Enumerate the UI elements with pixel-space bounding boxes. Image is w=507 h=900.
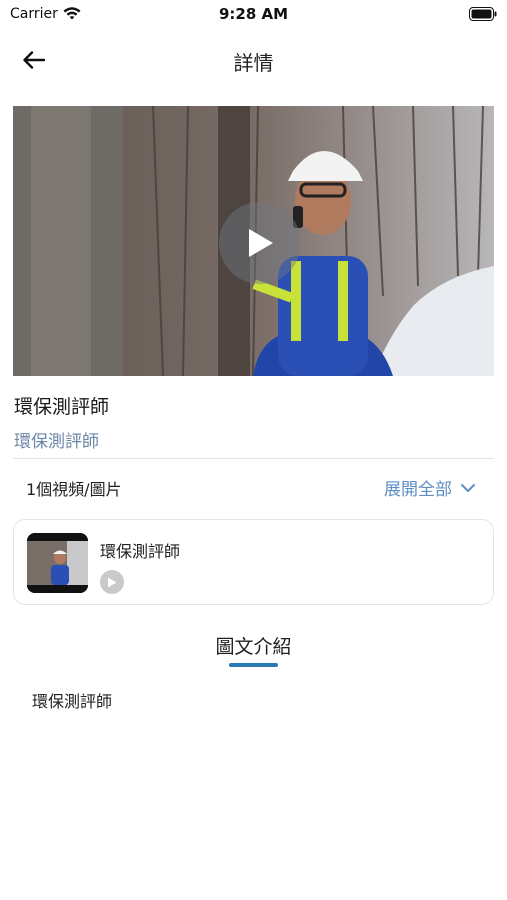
play-button[interactable] — [219, 202, 301, 284]
media-card-play-button[interactable] — [100, 570, 124, 594]
detail-title: 環保測評師 — [14, 396, 110, 418]
intro-content: 環保測評師 — [32, 692, 113, 711]
status-bar: Carrier 9:28 AM — [0, 0, 507, 30]
chevron-down-icon — [461, 483, 475, 492]
divider — [13, 458, 494, 459]
expand-all-button[interactable]: 展開全部 — [384, 475, 476, 500]
page-title: 詳情 — [233, 51, 274, 75]
status-time: 9:28 AM — [218, 5, 289, 23]
tab-intro[interactable]: 圖文介紹 — [0, 632, 507, 659]
media-count-row: 1個視頻/圖片 展開全部 — [13, 470, 494, 504]
expand-all-label: 展開全部 — [384, 480, 452, 500]
play-icon — [249, 229, 273, 257]
tab-active-indicator — [229, 663, 278, 667]
detail-subtitle: 環保測評師 — [14, 432, 99, 452]
battery-icon — [469, 7, 497, 21]
nav-bar: 詳情 — [0, 36, 507, 86]
media-thumbnail — [27, 533, 88, 593]
video-player[interactable] — [13, 106, 494, 376]
play-icon — [108, 577, 117, 587]
media-card-title: 環保測評師 — [100, 542, 181, 561]
media-count-label: 1個視頻/圖片 — [26, 480, 122, 499]
media-card[interactable]: 環保測評師 — [13, 519, 494, 605]
